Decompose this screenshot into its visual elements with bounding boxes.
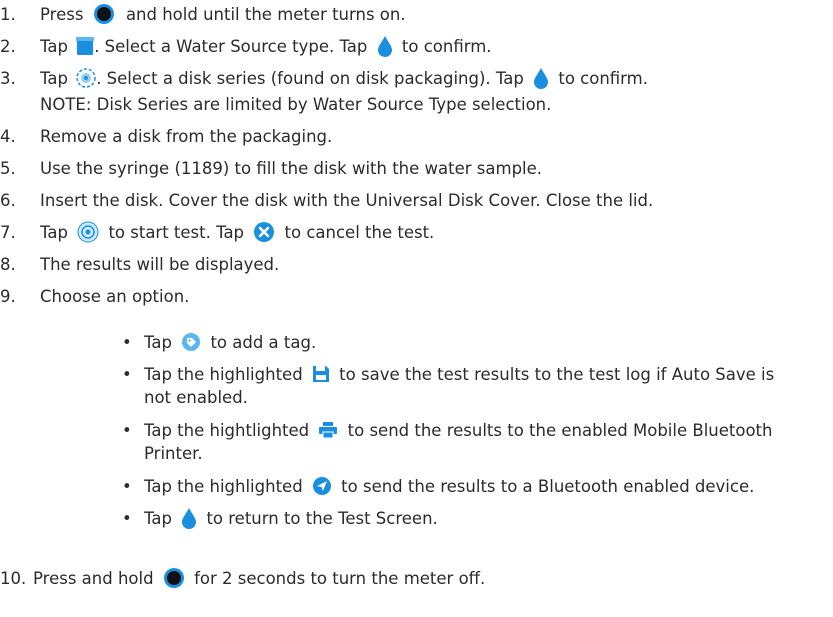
step-text: Tap: [40, 223, 68, 242]
printer-icon: [318, 421, 338, 439]
bullet: •: [122, 365, 132, 384]
water-source-icon: [76, 36, 95, 56]
step-number: 8.: [0, 255, 16, 274]
step-text: to confirm.: [558, 69, 648, 88]
option-text: Tap: [144, 509, 172, 528]
start-test-icon: [77, 221, 99, 243]
step-number: 2.: [0, 37, 16, 56]
step-number: 5.: [0, 159, 16, 178]
option-text: to return to the Test Screen.: [206, 509, 438, 528]
save-icon: [312, 365, 330, 383]
tag-icon: [181, 332, 201, 352]
step-number: 3.: [0, 69, 16, 88]
step-text: The results will be displayed.: [40, 255, 280, 274]
step-text: Choose an option.: [40, 287, 190, 306]
water-drop-icon: [533, 67, 549, 89]
step-text: and hold until the meter turns on.: [125, 5, 406, 24]
cancel-icon: [253, 221, 275, 243]
bullet: •: [122, 333, 132, 352]
note-text: NOTE: Disk Series are limited by Water S…: [40, 95, 552, 114]
option-text: Tap the highlighted: [144, 477, 303, 496]
step-text: . Select a disk series (found on disk pa…: [96, 69, 524, 88]
option-text: Tap the highlighted: [144, 365, 303, 384]
send-icon: [312, 476, 332, 496]
step-number: 9.: [0, 287, 16, 306]
option-text: Tap the hightlighted: [144, 421, 310, 440]
step-text: Use the syringe (1189) to fill the disk …: [40, 159, 543, 178]
step-number: 7.: [0, 223, 16, 242]
option-print-continued: Printer.: [144, 444, 203, 463]
step-text: for 2 seconds to turn the meter off.: [194, 569, 486, 588]
disk-series-icon: [76, 67, 96, 88]
option-text: Tap: [144, 333, 172, 352]
bullet: •: [122, 509, 132, 528]
step-text: Press and hold: [33, 569, 154, 588]
option-text: to save the test results to the test log…: [339, 365, 775, 384]
step-text: Press: [40, 5, 84, 24]
option-text: to send the results to the enabled Mobil…: [347, 421, 773, 440]
option-text: to add a tag.: [210, 333, 317, 352]
step-text: to start test. Tap: [108, 223, 245, 242]
power-button-icon: [163, 567, 185, 589]
step-text: Remove a disk from the packaging.: [40, 127, 333, 146]
step-text: Tap: [40, 69, 68, 88]
step-text: Insert the disk. Cover the disk with the…: [40, 191, 654, 210]
step-number: 1.: [0, 5, 16, 24]
power-button-icon: [93, 3, 115, 25]
water-drop-icon: [181, 507, 197, 529]
water-drop-icon: [377, 35, 393, 57]
step-number: 4.: [0, 127, 16, 146]
step-number: 6.: [0, 191, 16, 210]
step-text: to cancel the test.: [284, 223, 435, 242]
bullet: •: [122, 477, 132, 496]
bullet: •: [122, 421, 132, 440]
step-text: . Select a Water Source type. Tap: [94, 37, 368, 56]
option-text: to send the results to a Bluetooth enabl…: [341, 477, 755, 496]
option-save-continued: not enabled.: [144, 388, 248, 407]
step-text: Tap: [40, 37, 68, 56]
step-text: to confirm.: [401, 37, 492, 56]
